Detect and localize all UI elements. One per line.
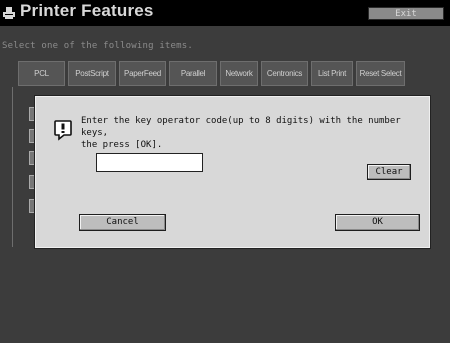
tab-centronics[interactable]: Centronics <box>261 61 308 86</box>
info-icon <box>54 120 72 141</box>
tab-parallel[interactable]: Parallel <box>169 61 217 86</box>
clear-button[interactable]: Clear <box>367 164 411 180</box>
ok-button[interactable]: OK <box>335 214 420 231</box>
header-bar: Printer Features Exit <box>0 0 450 26</box>
tab-list-print[interactable]: List Print <box>311 61 353 86</box>
printer-features-screen: Printer Features Exit Select one of the … <box>0 0 450 343</box>
page-title: Printer Features <box>20 1 154 20</box>
operator-code-input[interactable] <box>96 153 203 172</box>
dialog-message: Enter the key operator code(up to 8 digi… <box>81 116 401 150</box>
key-operator-code-dialog: Enter the key operator code(up to 8 digi… <box>35 96 430 248</box>
exit-button[interactable]: Exit <box>368 7 444 20</box>
tab-pcl[interactable]: PCL <box>18 61 65 86</box>
tab-paperfeed[interactable]: PaperFeed <box>119 61 166 86</box>
tab-bar: PCL PostScript PaperFeed Parallel Networ… <box>18 61 408 86</box>
instruction-text: Select one of the following items. <box>2 41 194 51</box>
tab-reset-select[interactable]: Reset Select <box>356 61 405 86</box>
cancel-button[interactable]: Cancel <box>79 214 166 231</box>
tab-network[interactable]: Network <box>220 61 258 86</box>
tab-postscript[interactable]: PostScript <box>68 61 116 86</box>
printer-icon <box>3 7 15 19</box>
